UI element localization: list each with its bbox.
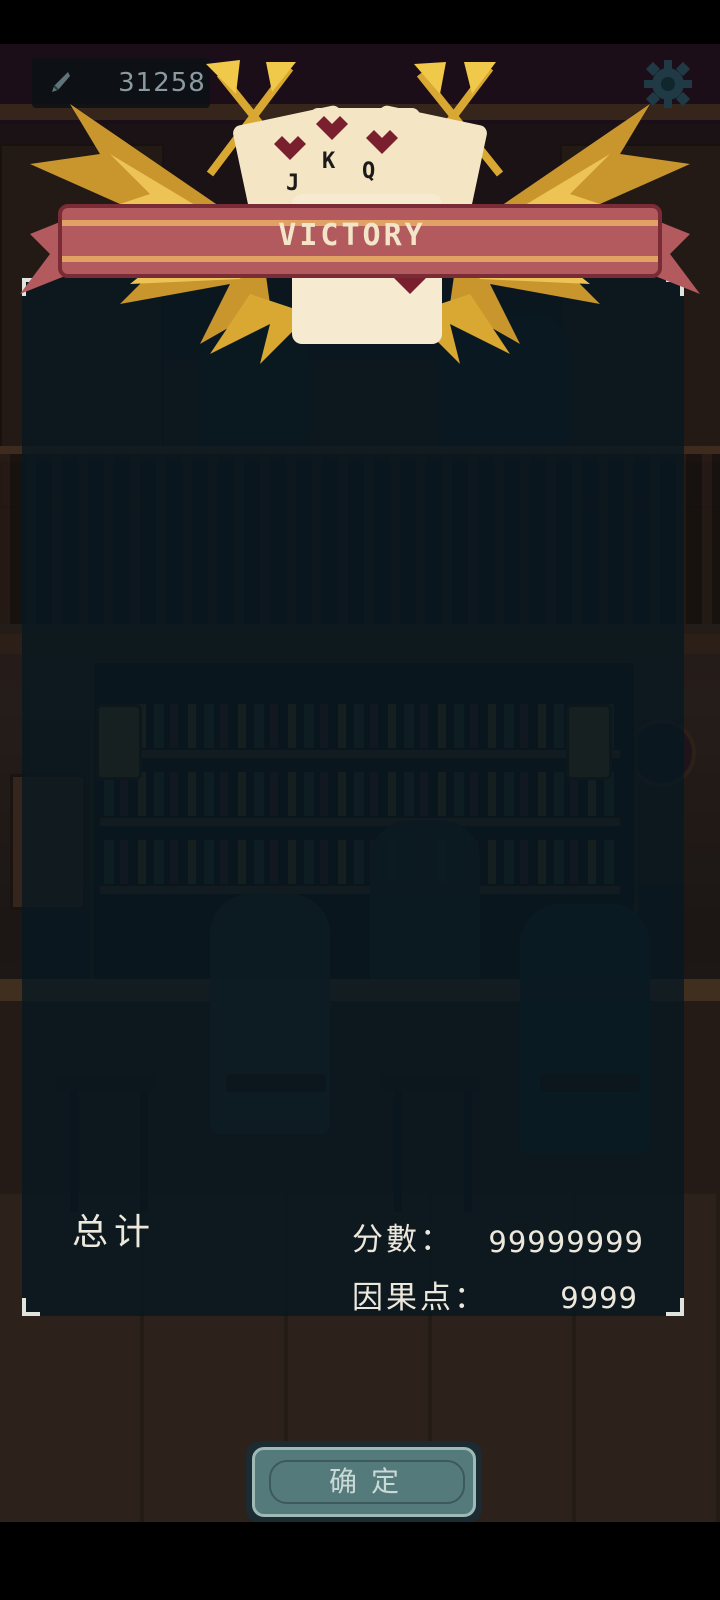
panel-corner	[666, 1298, 684, 1316]
card-j: J	[286, 171, 299, 196]
navigation-bar	[0, 1522, 720, 1600]
card-q: Q	[362, 159, 375, 184]
confirm-button-label: 确定	[328, 1465, 413, 1498]
card-k: K	[322, 149, 336, 174]
confirm-button[interactable]: 确定	[246, 1441, 482, 1523]
game-screen: 31258 J K Q VICTORY 总计 分數： 99999999 因果点：…	[0, 0, 720, 1600]
victory-banner-text: VICTORY	[278, 218, 426, 253]
score-value: 99999999	[488, 1225, 644, 1259]
results-panel	[22, 278, 684, 1316]
status-bar	[0, 0, 720, 44]
panel-corner	[22, 1298, 40, 1316]
totals-title: 总计	[72, 1212, 157, 1253]
victory-emblem: J K Q	[20, 60, 700, 364]
karma-points-value: 9999	[560, 1281, 638, 1315]
